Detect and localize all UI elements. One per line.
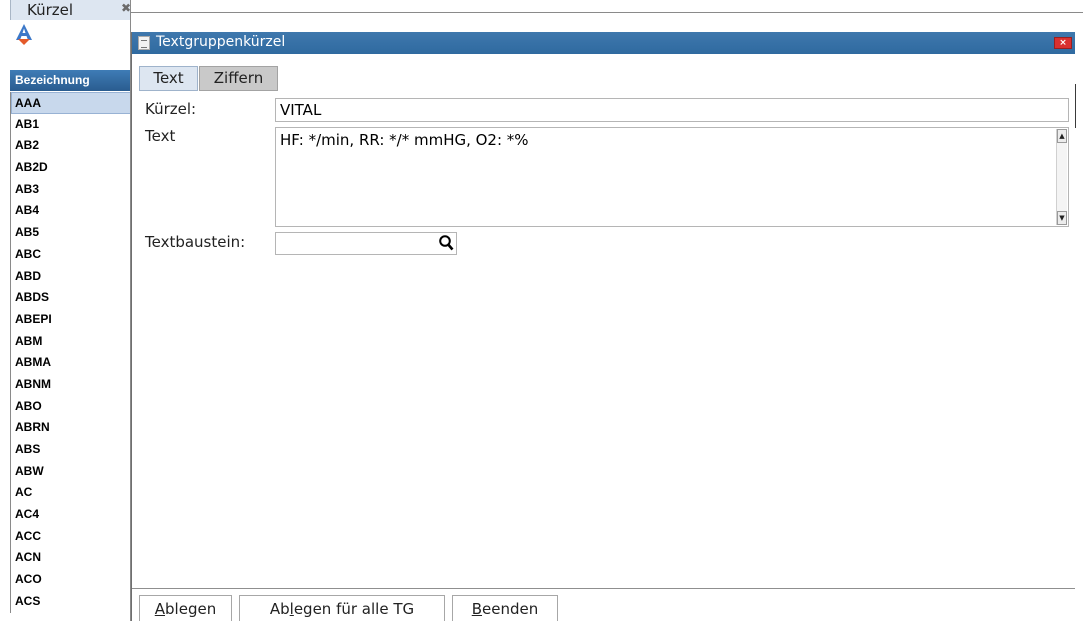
search-icon[interactable] — [438, 234, 454, 252]
text-label: Text — [145, 127, 176, 145]
tab-text[interactable]: Text — [139, 66, 198, 91]
list-item[interactable]: AC4 — [11, 504, 130, 526]
list-item[interactable]: AB1 — [11, 114, 130, 136]
list-item[interactable]: AB3 — [11, 179, 130, 201]
list-item[interactable]: AB4 — [11, 200, 130, 222]
kuerzel-label: Kürzel: — [145, 100, 197, 118]
list-item[interactable]: AC — [11, 482, 130, 504]
list-item[interactable]: ABS — [11, 439, 130, 461]
dialog-title: Textgruppenkürzel — [156, 34, 286, 50]
list-item[interactable]: AAA — [11, 92, 130, 114]
list-item[interactable]: ABW — [11, 461, 130, 483]
scroll-down-icon[interactable]: ▼ — [1057, 211, 1067, 225]
textgruppenkuerzel-dialog: Textgruppenkürzel × Text Ziffern Kürzel:… — [131, 32, 1076, 621]
list-item[interactable]: ABMA — [11, 352, 130, 374]
text-textarea[interactable]: HF: */min, RR: */* mmHG, O2: *% ▲ ▼ — [275, 127, 1069, 227]
text-scrollbar[interactable]: ▲ ▼ — [1056, 129, 1067, 225]
ablegen-button[interactable]: Ablegen — [139, 595, 232, 621]
window-top-border — [131, 12, 1083, 13]
list-item[interactable]: ACS — [11, 591, 130, 613]
close-icon[interactable]: ✖ — [121, 1, 130, 15]
list-item[interactable]: ABEPI — [11, 309, 130, 331]
list-item[interactable]: ABD — [11, 266, 130, 288]
list-item[interactable]: ACN — [11, 547, 130, 569]
list-item[interactable]: ACC — [11, 526, 130, 548]
text-value: HF: */min, RR: */* mmHG, O2: *% — [280, 131, 529, 149]
button-bar: Ablegen Ablegen für alle TG Beenden — [132, 588, 1076, 621]
kuerzel-panel: Kürzel ✖ Bezeichnung AAA AB1 AB2 AB2D AB3 AB4… — [0, 0, 131, 621]
list-item[interactable]: ACO — [11, 569, 130, 591]
beenden-button[interactable]: Beenden — [452, 595, 558, 621]
document-icon — [138, 36, 150, 50]
dialog-title-bar[interactable]: Textgruppenkürzel × — [132, 32, 1076, 54]
close-button[interactable]: × — [1054, 37, 1072, 49]
kuerzel-list: AAA AB1 AB2 AB2D AB3 AB4 AB5 ABC ABD ABDS ABEPI ABM… — [10, 92, 130, 613]
list-item[interactable]: ABNM — [11, 374, 130, 396]
list-item[interactable]: AB2D — [11, 157, 130, 179]
list-item[interactable]: AB5 — [11, 222, 130, 244]
tab-kuerzel[interactable]: Kürzel ✖ — [10, 0, 130, 20]
list-item[interactable]: ABRN — [11, 417, 130, 439]
background-window-border — [1075, 84, 1076, 128]
textbaustein-label: Textbaustein: — [145, 233, 246, 251]
font-color-icon[interactable] — [14, 23, 34, 45]
column-header-bezeichnung[interactable]: Bezeichnung — [10, 70, 130, 91]
list-item[interactable]: ABM — [11, 331, 130, 353]
panel-title: Kürzel — [27, 1, 74, 19]
list-item[interactable]: ABC — [11, 244, 130, 266]
tab-ziffern[interactable]: Ziffern — [199, 66, 278, 91]
background-window-edge — [1075, 32, 1083, 621]
list-item[interactable]: AB2 — [11, 135, 130, 157]
ablegen-fuer-alle-tg-button[interactable]: Ablegen für alle TG — [239, 595, 445, 621]
scroll-up-icon[interactable]: ▲ — [1057, 129, 1067, 143]
kuerzel-input[interactable]: VITAL — [275, 98, 1069, 122]
textbaustein-input[interactable] — [275, 232, 457, 255]
list-item[interactable]: ABDS — [11, 287, 130, 309]
list-item[interactable]: ABO — [11, 396, 130, 418]
